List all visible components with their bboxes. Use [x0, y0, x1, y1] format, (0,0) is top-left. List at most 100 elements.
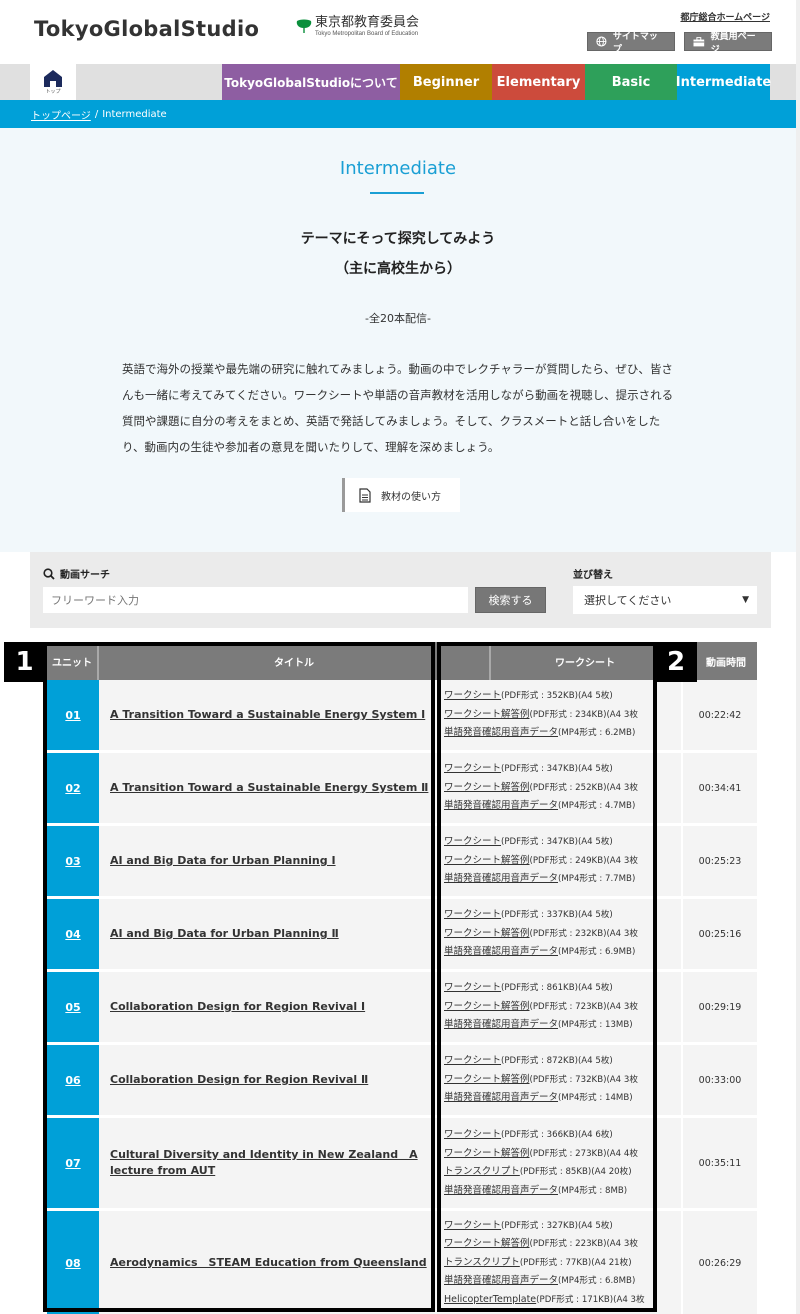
file-info: (PDF形式 : 232KB)(A4 3枚: [529, 928, 638, 939]
site-logo[interactable]: TokyoGlobalStudio: [34, 17, 259, 41]
file-entry: ワークシート解答例(PDF形式 : 223KB)(A4 3枚: [444, 1235, 656, 1254]
unit-number-link[interactable]: 06: [47, 1045, 99, 1115]
file-download-link[interactable]: ワークシート: [444, 909, 501, 920]
file-download-link[interactable]: ワークシート解答例: [444, 928, 530, 939]
board-of-education-logo[interactable]: 東京都教育委員会 Tokyo Metropolitan Board of Edu…: [296, 16, 419, 38]
header-title: タイトル: [99, 642, 491, 680]
video-title-link[interactable]: Collaboration Design for Region Revival …: [110, 1072, 368, 1088]
title-cell: AI and Big Data for Urban Planning Ⅰ: [110, 826, 430, 896]
howto-button[interactable]: 教材の使い方: [342, 478, 460, 512]
file-download-link[interactable]: ワークシート解答例: [444, 782, 530, 793]
file-download-link[interactable]: 単語発音確認用音声データ: [444, 1092, 558, 1103]
video-title-link[interactable]: A Transition Toward a Sustainable Energy…: [110, 780, 428, 796]
unit-number-link[interactable]: 07: [47, 1118, 99, 1208]
file-download-link[interactable]: 単語発音確認用音声データ: [444, 873, 558, 884]
video-search-panel: 動画サーチ 検索する 並び替え 選択してください ▼: [30, 552, 771, 628]
subtitle-target: （主に高校生から）: [335, 261, 461, 277]
unit-number-link[interactable]: 02: [47, 753, 99, 823]
file-download-link[interactable]: トランスクリプト: [444, 1166, 520, 1177]
file-info: (PDF形式 : 347KB)(A4 5枚): [501, 764, 613, 775]
file-download-link[interactable]: ワークシート解答例: [444, 1074, 530, 1085]
file-download-link[interactable]: ワークシート: [444, 1220, 501, 1231]
breadcrumb-home-link[interactable]: トップページ: [31, 107, 91, 122]
unit-number-link[interactable]: 04: [47, 899, 99, 969]
search-button[interactable]: 検索する: [475, 587, 546, 613]
header-worksheet: ワークシート: [491, 642, 681, 680]
table-row: 03 AI and Big Data for Urban Planning Ⅰ ワー…: [47, 826, 757, 898]
file-download-link[interactable]: 単語発音確認用音声データ: [444, 800, 558, 811]
file-info: (MP4形式 : 14MB): [558, 1093, 633, 1104]
video-title-link[interactable]: A Transition Toward a Sustainable Energy…: [110, 707, 425, 723]
file-info: (MP4形式 : 6.2MB): [558, 728, 636, 739]
document-icon: [359, 487, 371, 503]
file-download-link[interactable]: 単語発音確認用音声データ: [444, 1019, 558, 1030]
file-download-link[interactable]: 単語発音確認用音声データ: [444, 1275, 558, 1286]
nav-tab-basic[interactable]: Basic: [585, 64, 677, 100]
title-cell: AI and Big Data for Urban Planning Ⅱ: [110, 899, 430, 969]
file-entry: 単語発音確認用音声データ(MP4形式 : 7.7MB): [444, 870, 656, 889]
video-title-link[interactable]: Aerodynamics STEAM Education from Queens…: [110, 1255, 427, 1271]
file-entry: ワークシート(PDF形式 : 347KB)(A4 5枚): [444, 760, 656, 779]
file-entry: 単語発音確認用音声データ(MP4形式 : 6.2MB): [444, 724, 656, 743]
file-info: (PDF形式 : 234KB)(A4 3枚: [529, 709, 638, 720]
video-title-link[interactable]: AI and Big Data for Urban Planning Ⅰ: [110, 853, 336, 869]
sort-select[interactable]: 選択してください ▼: [573, 586, 757, 614]
intro-section: Intermediate テーマにそって探究してみよう （主に高校生から） -全…: [0, 128, 796, 552]
unit-number-link[interactable]: 08: [47, 1211, 99, 1314]
breadcrumb: トップページ / Intermediate: [0, 100, 796, 128]
unit-number-link[interactable]: 03: [47, 826, 99, 896]
video-duration: 00:25:16: [698, 928, 742, 940]
file-info: (PDF形式 : 85KB)(A4 20枚): [519, 1167, 632, 1177]
video-title-link[interactable]: Cultural Diversity and Identity in New Z…: [110, 1147, 430, 1179]
file-download-link[interactable]: ワークシート: [444, 1129, 501, 1140]
title-cell: Collaboration Design for Region Revival …: [110, 1045, 430, 1115]
title-underline: [370, 192, 424, 194]
file-download-link[interactable]: ワークシート: [444, 763, 501, 774]
file-entry: ワークシート解答例(PDF形式 : 723KB)(A4 3枚: [444, 998, 656, 1017]
file-download-link[interactable]: ワークシート: [444, 690, 501, 701]
search-input[interactable]: [43, 587, 468, 613]
video-title-link[interactable]: Collaboration Design for Region Revival …: [110, 999, 365, 1015]
breadcrumb-current: Intermediate: [102, 108, 167, 120]
table-row: 01 A Transition Toward a Sustainable Ener…: [47, 680, 757, 752]
unit-number-link[interactable]: 05: [47, 972, 99, 1042]
search-label: 動画サーチ: [43, 566, 110, 581]
file-info: (PDF形式 : 732KB)(A4 3枚: [529, 1074, 638, 1085]
nav-tab-beginner[interactable]: Beginner: [400, 64, 492, 100]
file-download-link[interactable]: ワークシート解答例: [444, 1148, 530, 1159]
header-duration: 動画時間: [706, 657, 746, 669]
file-download-link[interactable]: トランスクリプト: [444, 1257, 520, 1268]
table-row: 08 Aerodynamics STEAM Education from Quee…: [47, 1211, 757, 1314]
page: TokyoGlobalStudio 東京都教育委員会 Tokyo Metropo…: [0, 0, 796, 1314]
tokyo-gov-homepage-link[interactable]: 都庁総合ホームページ: [680, 10, 770, 23]
file-entry: 単語発音確認用音声データ(MP4形式 : 14MB): [444, 1089, 656, 1108]
nav-home[interactable]: トップ: [30, 64, 76, 100]
file-download-link[interactable]: 単語発音確認用音声データ: [444, 727, 558, 738]
file-download-link[interactable]: HelicopterTemplate: [444, 1294, 536, 1305]
file-download-link[interactable]: ワークシート解答例: [444, 709, 530, 720]
file-download-link[interactable]: 単語発音確認用音声データ: [444, 946, 558, 957]
file-info: (MP4形式 : 6.9MB): [558, 947, 636, 958]
sitemap-button[interactable]: サイトマップ: [587, 32, 675, 55]
nav-tab-intermediate[interactable]: Intermediate: [676, 64, 771, 100]
file-entry: ワークシート(PDF形式 : 337KB)(A4 5枚): [444, 906, 656, 925]
teacher-page-button[interactable]: 教員用ページ: [684, 32, 772, 55]
nav-tab-about[interactable]: TokyoGlobalStudioについて: [222, 64, 400, 100]
file-download-link[interactable]: ワークシート解答例: [444, 1001, 530, 1012]
file-download-link[interactable]: ワークシート: [444, 836, 501, 847]
globe-icon: [596, 36, 607, 47]
video-title-link[interactable]: AI and Big Data for Urban Planning Ⅱ: [110, 926, 339, 942]
nav-tab-elementary[interactable]: Elementary: [492, 64, 585, 100]
annotation-badge-1: 1: [4, 642, 45, 682]
file-info: (PDF形式 : 861KB)(A4 5枚): [501, 983, 613, 994]
file-download-link[interactable]: 単語発音確認用音声データ: [444, 1185, 558, 1196]
table-row: 04 AI and Big Data for Urban Planning Ⅱ ワー…: [47, 899, 757, 971]
file-download-link[interactable]: ワークシート解答例: [444, 1238, 530, 1249]
file-entry: ワークシート(PDF形式 : 347KB)(A4 5枚): [444, 833, 656, 852]
file-download-link[interactable]: ワークシート解答例: [444, 855, 530, 866]
file-info: (MP4形式 : 7.7MB): [558, 874, 636, 885]
unit-number-link[interactable]: 01: [47, 680, 99, 750]
file-download-link[interactable]: ワークシート: [444, 1055, 501, 1066]
file-download-link[interactable]: ワークシート: [444, 982, 501, 993]
title-cell: A Transition Toward a Sustainable Energy…: [110, 753, 430, 823]
